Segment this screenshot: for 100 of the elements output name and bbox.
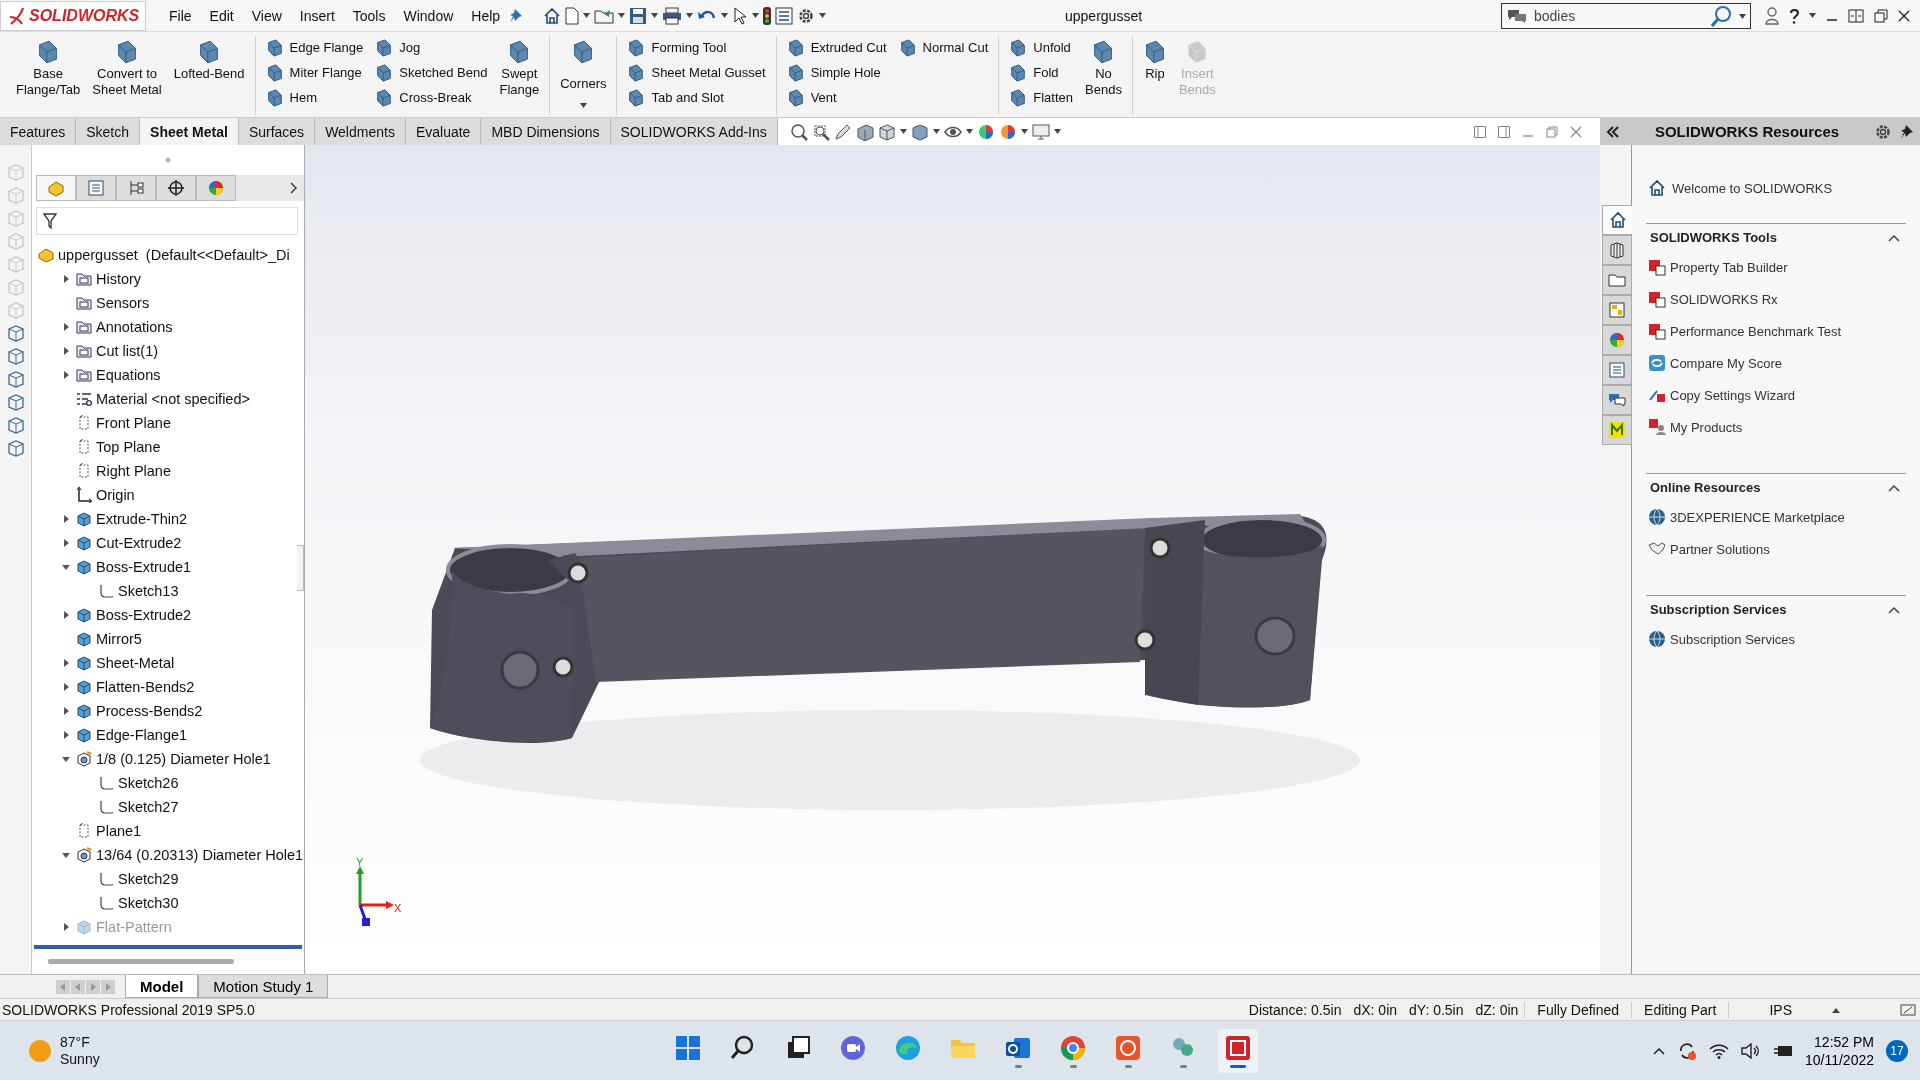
tile-right-icon[interactable]: [1498, 125, 1510, 138]
close-icon[interactable]: [1898, 9, 1910, 22]
expand-arrow-icon[interactable]: [62, 683, 70, 691]
ribbon-tool-button[interactable]: Cross-Break: [373, 86, 490, 109]
weather-temperature[interactable]: 87°F: [60, 1033, 100, 1051]
color-sphere-icon[interactable]: [998, 122, 1017, 141]
graphics-area[interactable]: Y X: [305, 145, 1600, 974]
tree-item[interactable]: Edge-Flange1: [96, 727, 188, 743]
caret-icon[interactable]: [583, 13, 591, 18]
display-style-icon[interactable]: [910, 122, 929, 141]
expand-arrow-icon[interactable]: [62, 611, 70, 619]
tree-item[interactable]: Equations: [96, 367, 161, 383]
tree-item[interactable]: Sketch27: [118, 799, 179, 815]
task-pane-tab[interactable]: [1602, 235, 1632, 265]
expand-arrow-icon[interactable]: [62, 515, 70, 523]
resource-link[interactable]: Property Tab Builder: [1646, 251, 1790, 283]
caret-icon[interactable]: [721, 13, 729, 18]
command-tab[interactable]: Sheet Metal: [140, 118, 239, 145]
tree-item[interactable]: Origin: [96, 487, 135, 503]
ribbon-tool-button[interactable]: Convert to Sheet Metal: [90, 36, 164, 115]
wifi-icon[interactable]: [1708, 1042, 1729, 1059]
pin-icon[interactable]: [1900, 123, 1914, 140]
tree-item[interactable]: Flatten-Bends2: [96, 679, 195, 695]
ribbon-tool-button[interactable]: Forming Tool: [625, 36, 768, 59]
ribbon-tool-button[interactable]: Flatten: [1007, 86, 1075, 109]
pencil-icon[interactable]: [833, 122, 852, 141]
caret-icon[interactable]: [686, 13, 694, 18]
bracket-part-drawing[interactable]: [430, 514, 1327, 743]
panel-tab[interactable]: [156, 175, 196, 201]
expand-arrow-icon[interactable]: [62, 275, 70, 283]
printer-icon[interactable]: [662, 6, 683, 25]
double-chevron-icon[interactable]: [1606, 125, 1620, 138]
task-pane-tab[interactable]: [1602, 415, 1632, 445]
tree-item[interactable]: Boss-Extrude2: [96, 607, 192, 623]
list-icon[interactable]: [775, 6, 794, 25]
tree-item[interactable]: Plane1: [96, 823, 142, 839]
tree-item[interactable]: Boss-Extrude1: [96, 559, 192, 575]
view-tool-icon[interactable]: [6, 393, 25, 411]
expand-arrow-icon[interactable]: [62, 371, 70, 379]
tree-item[interactable]: Process-Bends2: [96, 703, 203, 719]
resource-link[interactable]: SOLIDWORKS Rx: [1646, 283, 1780, 315]
view-tool-icon[interactable]: [6, 416, 25, 434]
caret-icon[interactable]: [965, 129, 973, 134]
caret-icon[interactable]: [752, 13, 760, 18]
status-icon[interactable]: [1900, 1002, 1916, 1017]
resource-link[interactable]: Partner Solutions: [1646, 533, 1772, 565]
tree-item[interactable]: 13/64 (0.20313) Diameter Hole1: [96, 847, 304, 863]
task-pane-tab[interactable]: [1602, 385, 1632, 415]
task-pane-tab[interactable]: [1602, 295, 1632, 325]
caret-icon[interactable]: [651, 13, 659, 18]
clock[interactable]: 12:52 PM 10/11/2022: [1804, 1032, 1874, 1069]
resource-link[interactable]: Subscription Services: [1646, 623, 1797, 655]
task-pane-tab[interactable]: [1602, 265, 1632, 295]
ribbon-tool-button[interactable]: Normal Cut: [896, 36, 991, 59]
caret-icon[interactable]: [899, 129, 907, 134]
resource-link[interactable]: My Products: [1646, 411, 1745, 443]
expand-arrow-icon[interactable]: [62, 323, 70, 331]
notification-badge[interactable]: 17: [1886, 1039, 1908, 1062]
fit-window-icon[interactable]: [1848, 8, 1864, 23]
resource-link[interactable]: Performance Benchmark Test: [1646, 315, 1843, 347]
tree-item[interactable]: Sheet-Metal: [96, 655, 175, 671]
ribbon-tool-button[interactable]: Jog: [373, 36, 490, 59]
resource-link[interactable]: 3DEXPERIENCE Marketplace: [1646, 501, 1847, 533]
menu-item[interactable]: Insert: [290, 3, 344, 28]
section-view-icon[interactable]: [855, 122, 874, 141]
ribbon-tool-button[interactable]: Vent: [784, 86, 889, 109]
monitor-icon[interactable]: [1031, 122, 1050, 141]
ribbon-tool-button[interactable]: Tab and Slot: [625, 86, 768, 109]
expand-arrow-icon[interactable]: [62, 659, 70, 667]
view-cube-icon[interactable]: [877, 122, 896, 141]
ribbon-tool-button[interactable]: Rip: [1140, 36, 1169, 115]
weather-condition[interactable]: Sunny: [60, 1050, 100, 1068]
tree-item[interactable]: Extrude-Thin2: [96, 511, 188, 527]
user-icon[interactable]: [1765, 6, 1779, 25]
menu-item[interactable]: Edit: [200, 3, 243, 28]
caret-icon[interactable]: [1809, 13, 1816, 18]
ribbon-tool-button[interactable]: Fold: [1007, 61, 1075, 84]
model-tab[interactable]: Motion Study 1: [198, 975, 329, 998]
ribbon-tool-button[interactable]: Swept Flange: [497, 36, 542, 115]
tree-item[interactable]: Sketch26: [118, 775, 179, 791]
chevron-right-icon[interactable]: [290, 182, 298, 194]
caret-icon[interactable]: [618, 13, 626, 18]
menu-item[interactable]: File: [160, 3, 201, 28]
caret-icon[interactable]: [819, 13, 827, 18]
caret-icon[interactable]: [1020, 129, 1028, 134]
expand-arrow-icon[interactable]: [62, 707, 70, 715]
task-pane-tab[interactable]: [1602, 355, 1632, 385]
settings-icon[interactable]: [1874, 122, 1892, 141]
restore-icon[interactable]: [1874, 8, 1888, 23]
tree-item[interactable]: Front Plane: [96, 415, 171, 431]
ribbon-tool-button[interactable]: No Bends: [1083, 36, 1124, 115]
tree-item[interactable]: Sketch13: [118, 583, 179, 599]
collapse-arrow-icon[interactable]: [62, 563, 70, 571]
pin-icon[interactable]: [509, 7, 524, 24]
tree-root-label[interactable]: uppergusset (Default<<Default>_Di: [58, 247, 290, 263]
model-tab[interactable]: Model: [125, 975, 199, 998]
chevron-up-icon[interactable]: [1888, 605, 1900, 614]
ribbon-tool-button[interactable]: Miter Flange: [263, 61, 366, 84]
caret-icon[interactable]: [1739, 13, 1746, 19]
caret-icon[interactable]: [1053, 129, 1061, 134]
